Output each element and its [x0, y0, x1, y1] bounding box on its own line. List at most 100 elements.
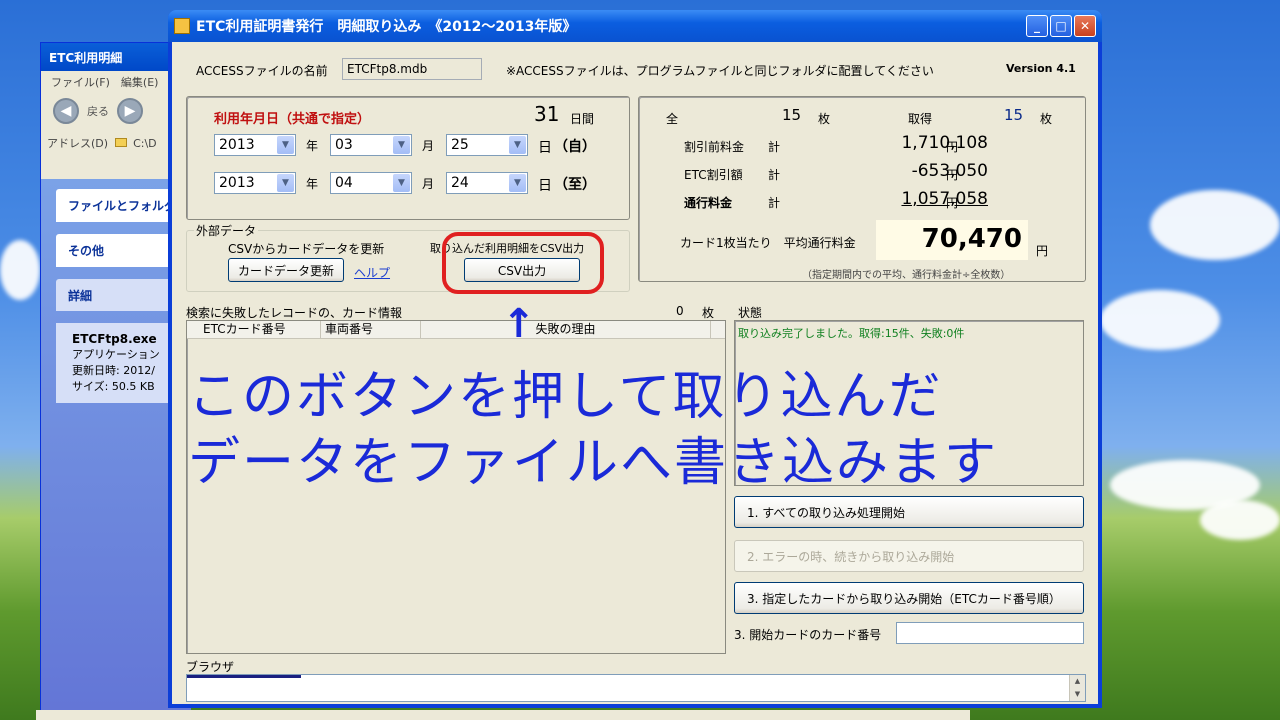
failed-list-header: ETCカード番号 車両番号 失敗の理由: [187, 321, 725, 339]
background-toolbar: ◀ 戻る ▶: [41, 91, 189, 131]
days-value: 31: [534, 102, 560, 126]
summary-row-value: -653,050: [911, 161, 988, 181]
from-day-unit: 日: [538, 140, 552, 156]
summary-row-label: 通行料金: [684, 196, 733, 210]
maximize-icon[interactable]: □: [1050, 15, 1072, 37]
acquired-label: 取得: [908, 112, 933, 126]
summary-row-calc: 計: [768, 168, 781, 182]
forward-arrow-icon[interactable]: ▶: [117, 98, 143, 124]
chevron-down-icon[interactable]: ▼: [277, 136, 294, 154]
to-month-value: 04: [335, 175, 353, 191]
summary-row-calc: 計: [768, 196, 781, 210]
annotation-arrow-icon: ↑: [502, 301, 536, 347]
from-year-select[interactable]: 2013 ▼: [214, 134, 296, 156]
chevron-down-icon[interactable]: ▼: [277, 174, 294, 192]
acquired-count: 15: [1004, 106, 1024, 124]
total-count: 15: [782, 106, 802, 124]
cloud: [1200, 500, 1280, 540]
back-arrow-icon[interactable]: ◀: [53, 98, 79, 124]
total-unit: 枚: [818, 112, 831, 126]
card-data-update-button[interactable]: カードデータ更新: [228, 258, 344, 282]
help-link[interactable]: ヘルプ: [354, 264, 390, 281]
chevron-down-icon[interactable]: ▼: [393, 174, 410, 192]
start-all-button[interactable]: 1. すべての取り込み処理開始: [734, 496, 1084, 528]
average-note: （指定期間内での平均、通行料金計÷全枚数）: [802, 270, 1011, 281]
summary-row-unit: 円: [946, 196, 959, 210]
start-from-card-button[interactable]: 3. 指定したカードから取り込み開始（ETCカード番号順）: [734, 582, 1084, 614]
access-file-note: ※ACCESSファイルは、プログラムファイルと同じフォルダに配置してください: [506, 64, 934, 78]
status-text: 取り込み完了しました。取得:15件、失敗:0件: [738, 327, 965, 340]
minimize-icon[interactable]: _: [1026, 15, 1048, 37]
browser-area[interactable]: ▲ ▼: [186, 674, 1086, 702]
chevron-down-icon[interactable]: ▼: [509, 174, 526, 192]
address-value: C:\D: [133, 137, 157, 150]
from-month-select[interactable]: 03 ▼: [330, 134, 412, 156]
to-day-value: 24: [451, 175, 469, 191]
total-label: 全: [666, 112, 679, 126]
file-name: ETCFtp8.exe: [72, 332, 157, 346]
to-month-select[interactable]: 04 ▼: [330, 172, 412, 194]
to-year-select[interactable]: 2013 ▼: [214, 172, 296, 194]
from-month-value: 03: [335, 137, 353, 153]
to-year-value: 2013: [219, 175, 255, 191]
background-window-menu[interactable]: ファイル(F) 編集(E): [41, 71, 189, 91]
window-title: ETC利用証明書発行 明細取り込み 《2012～2013年版》: [196, 19, 577, 35]
cloud: [1100, 290, 1220, 350]
chevron-down-icon[interactable]: ▼: [509, 136, 526, 154]
column-vehicle-number[interactable]: 車両番号: [321, 321, 421, 338]
period-title: 利用年月日（共通で指定）: [214, 112, 371, 127]
status-label: 状態: [738, 306, 763, 320]
start-card-label: 3. 開始カードのカード番号: [734, 628, 882, 642]
version-label: Version 4.1: [1006, 62, 1076, 75]
from-day-value: 25: [451, 137, 469, 153]
column-failure-reason[interactable]: 失敗の理由: [421, 321, 711, 338]
annotation-line-2: データをファイルへ書き込みます: [188, 433, 999, 493]
from-year-unit: 年: [306, 139, 319, 153]
from-year-value: 2013: [219, 137, 255, 153]
to-day-unit: 日: [538, 178, 552, 194]
summary-row-label: 割引前料金: [684, 140, 745, 154]
average-unit: 円: [1036, 244, 1049, 258]
browser-progress: [187, 675, 301, 678]
summary-row-unit: 円: [946, 168, 959, 182]
file-updated: 更新日時: 2012/: [72, 364, 155, 377]
access-file-field: ETCFtp8.mdb: [342, 58, 482, 80]
days-unit: 日間: [570, 112, 595, 126]
to-month-unit: 月: [422, 177, 435, 191]
background-window-title: ETC利用明細: [41, 43, 189, 71]
column-card-number[interactable]: ETCカード番号: [187, 321, 321, 338]
failed-count-unit: 枚: [702, 306, 715, 320]
summary-row-value: 1,710,108: [901, 133, 988, 153]
start-card-input[interactable]: [896, 622, 1084, 644]
summary-row-value: 1,057,058: [901, 189, 988, 209]
form-client-area: ACCESSファイルの名前 ETCFtp8.mdb ※ACCESSファイルは、プ…: [172, 42, 1098, 704]
folder-icon: [114, 138, 127, 147]
cloud: [1150, 190, 1280, 260]
app-icon: [174, 18, 190, 34]
file-size: サイズ: 50.5 KB: [72, 380, 155, 393]
from-suffix: （自）: [554, 139, 596, 155]
close-icon[interactable]: ✕: [1074, 15, 1096, 37]
access-file-label: ACCESSファイルの名前: [196, 64, 328, 78]
highlight-ring: [442, 232, 604, 294]
summary-row-label: ETC割引額: [684, 168, 743, 182]
to-year-unit: 年: [306, 177, 319, 191]
cloud: [0, 240, 40, 300]
back-label[interactable]: 戻る: [87, 103, 109, 119]
acquired-unit: 枚: [1040, 112, 1053, 126]
main-window: ETC利用証明書発行 明細取り込み 《2012～2013年版》 _ □ ✕ AC…: [168, 10, 1102, 708]
to-day-select[interactable]: 24 ▼: [446, 172, 528, 194]
average-label: カード1枚当たり 平均通行料金: [680, 236, 856, 250]
from-day-select[interactable]: 25 ▼: [446, 134, 528, 156]
chevron-down-icon[interactable]: ▼: [393, 136, 410, 154]
failed-caption: 検索に失敗したレコードの、カード情報: [186, 306, 403, 320]
address-bar[interactable]: アドレス(D) C:\D: [41, 131, 189, 155]
resume-button[interactable]: 2. エラーの時、続きから取り込み開始: [734, 540, 1084, 572]
title-bar[interactable]: ETC利用証明書発行 明細取り込み 《2012～2013年版》 _ □ ✕: [168, 10, 1102, 42]
browser-scrollbar[interactable]: ▲ ▼: [1069, 675, 1085, 701]
external-data-title: 外部データ: [194, 222, 259, 239]
from-month-unit: 月: [422, 139, 435, 153]
address-label: アドレス(D): [47, 137, 109, 150]
bottom-status-strip: [36, 710, 970, 720]
summary-row-unit: 円: [946, 140, 959, 154]
